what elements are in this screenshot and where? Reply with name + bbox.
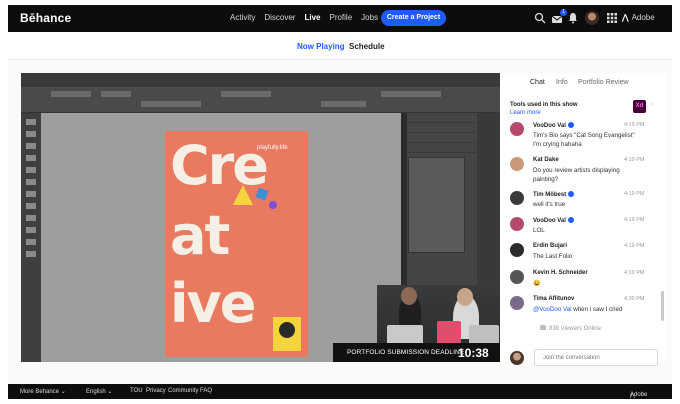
message-text: @VooDoo Val when i saw I cried [533, 305, 638, 314]
poster-word-2: at [170, 204, 230, 267]
learn-more-link[interactable]: Learn more [510, 110, 541, 116]
message-author[interactable]: Erdin Bujari [533, 243, 567, 249]
message-author[interactable]: VooDoo Val [533, 217, 574, 224]
tools-used: Tools used in this show Learn more Xd › [500, 96, 666, 118]
message-body: when i saw I cried [573, 306, 623, 313]
deadline-timer: 10:38 [458, 346, 489, 360]
message-text: well it's true [533, 201, 566, 208]
more-behance-dropdown[interactable]: More Behance ⌄ [20, 388, 66, 395]
avatar[interactable] [510, 296, 524, 310]
message-time: 4:19 PM [624, 243, 645, 249]
poster-shapes-icon [233, 185, 277, 209]
footer-link-community[interactable]: Community [168, 388, 198, 394]
footer: More Behance ⌄ English ⌄ TOU Privacy Com… [8, 384, 672, 399]
chat-tabs: Chat Info Portfolio Review [500, 73, 666, 93]
viewers-count: 838 Viewers Online [540, 325, 601, 332]
adobe-label: Adobe [631, 13, 655, 22]
mention-link[interactable]: @VooDoo Val [533, 306, 572, 313]
user-avatar[interactable] [585, 11, 599, 25]
message-text: 😀 [533, 280, 541, 287]
nav-links: Activity Discover Live Profile Jobs [230, 13, 378, 22]
avatar[interactable] [510, 270, 524, 284]
nav-activity[interactable]: Activity [230, 13, 255, 22]
nav-profile[interactable]: Profile [329, 13, 352, 22]
message-author[interactable]: Tima Aflitunov [533, 296, 574, 302]
poster-word-3: ive [170, 272, 256, 335]
message-text: Do you review artists displaying paintin… [533, 167, 620, 183]
footer-link-privacy[interactable]: Privacy [146, 388, 166, 394]
indesign-control-panel [21, 87, 500, 113]
message-author[interactable]: Tim Möbest [533, 191, 575, 198]
create-project-button[interactable]: Create a Project [381, 10, 446, 26]
tools-title: Tools used in this show [510, 102, 578, 108]
live-video-player[interactable]: Cre at ive playfully.life PORTFOLIO SUBM… [21, 73, 500, 362]
messages-badge: 1 [560, 9, 567, 16]
playfully-badge [273, 317, 301, 351]
indesign-pages-panel [408, 157, 465, 253]
message-author[interactable]: VooDoo Val [533, 122, 574, 129]
message-time: 4:19 PM [624, 217, 645, 223]
verified-icon [567, 122, 574, 128]
message-author[interactable]: Kevin H. Schneider [533, 270, 588, 276]
message-text: LOL [533, 227, 545, 234]
tab-chat[interactable]: Chat [530, 79, 545, 86]
behance-logo[interactable]: Bēhance [20, 11, 71, 25]
verified-icon [567, 217, 574, 223]
avatar[interactable] [510, 217, 524, 231]
search-icon[interactable] [534, 12, 546, 24]
chat-compose [510, 349, 658, 369]
message-time: 4:20 PM [624, 296, 645, 302]
tab-portfolio-review[interactable]: Portfolio Review [578, 79, 629, 86]
nav-discover[interactable]: Discover [264, 13, 295, 22]
adobe-logo-icon: ⋀ [622, 13, 629, 22]
avatar[interactable] [510, 157, 524, 171]
avatar[interactable] [510, 243, 524, 257]
avatar[interactable] [510, 191, 524, 205]
avatar[interactable] [510, 122, 524, 136]
chat-input[interactable] [534, 349, 658, 366]
creative-poster: Cre at ive playfully.life [165, 131, 308, 357]
poster-url: playfully.life [257, 145, 288, 151]
apps-grid-icon[interactable] [606, 12, 618, 24]
message-time: 4:19 PM [624, 191, 645, 197]
message-time: 4:19 PM [624, 157, 645, 163]
footer-link-faq[interactable]: FAQ [200, 388, 212, 394]
nav-live[interactable]: Live [304, 13, 320, 22]
message-time: 4:19 PM [624, 270, 645, 276]
bell-icon[interactable] [567, 12, 579, 24]
tab-now-playing[interactable]: Now Playing [297, 42, 345, 51]
deadline-label: PORTFOLIO SUBMISSION DEADLINE [347, 349, 465, 356]
language-dropdown[interactable]: English ⌄ [86, 388, 112, 395]
message-text: Tim's Bio says "Cat Song Evangelist" I'm… [533, 132, 635, 148]
deadline-overlay: PORTFOLIO SUBMISSION DEADLINE 10:38 [333, 343, 500, 362]
chat-panel: Chat Info Portfolio Review Tools used in… [500, 73, 666, 366]
indesign-menubar [21, 73, 500, 87]
messages-icon[interactable]: 1 [551, 9, 567, 24]
footer-adobe-label: Adobe [630, 392, 648, 398]
message-time: 4:19 PM [624, 122, 645, 128]
message-text: The Last Folio [533, 253, 573, 260]
indesign-tools-panel [21, 113, 41, 362]
live-subnav: Now Playing Schedule [8, 32, 672, 60]
chevron-right-icon[interactable]: › [651, 102, 653, 108]
viewers-icon [540, 325, 546, 330]
message-author[interactable]: Kat Dake [533, 157, 559, 163]
behance-live-page: Bēhance Activity Discover Live Profile J… [8, 5, 672, 399]
avatar [510, 351, 524, 365]
viewers-label: 838 Viewers Online [549, 326, 601, 332]
chat-scrollbar[interactable] [661, 291, 664, 321]
tab-info[interactable]: Info [556, 79, 568, 86]
top-nav: Bēhance Activity Discover Live Profile J… [8, 5, 672, 32]
adobe-link[interactable]: ⋀ Adobe [622, 13, 655, 22]
footer-link-tou[interactable]: TOU [130, 388, 143, 394]
verified-icon [568, 191, 575, 197]
nav-jobs[interactable]: Jobs [361, 13, 378, 22]
tab-schedule[interactable]: Schedule [349, 42, 385, 51]
adobe-xd-icon[interactable]: Xd [633, 100, 646, 113]
